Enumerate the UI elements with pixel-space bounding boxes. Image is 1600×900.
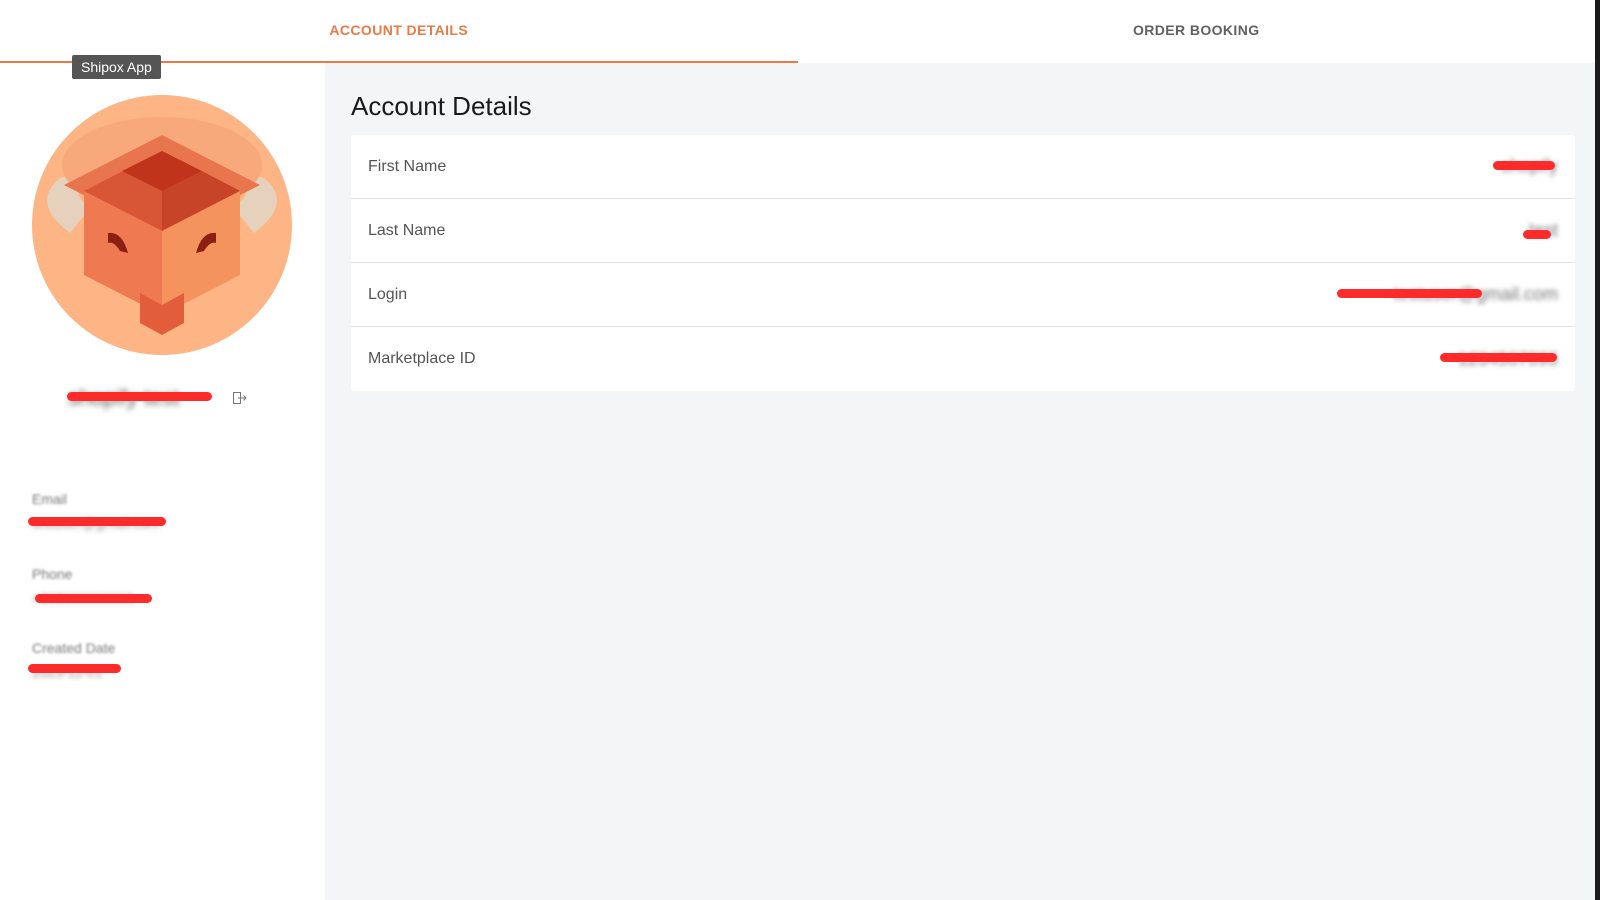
profile-sidebar: shopify test Email testuser@gmail.com Ph… [0,63,325,900]
phone-label: Phone [32,566,73,582]
row-redaction [1493,161,1555,170]
details-row-last-name: Last Name test [351,199,1575,263]
avatar [30,93,294,357]
row-label: Last Name [368,221,446,239]
page-title: Account Details [351,91,532,121]
username-redaction [67,392,212,401]
account-details-card: First Name shopify Last Name test Login … [351,135,1575,391]
created-block: Created Date 2023-11-01 [32,640,115,680]
row-redaction [1440,353,1557,362]
tab-account-details[interactable]: ACCOUNT DETAILS [0,0,798,63]
tab-bar: ACCOUNT DETAILS ORDER BOOKING [0,0,1595,63]
row-label: First Name [368,157,447,175]
tab-order-booking[interactable]: ORDER BOOKING [798,0,1596,63]
main-content: Account Details First Name shopify Last … [325,63,1595,900]
logout-icon[interactable] [232,390,248,406]
row-redaction [1337,289,1482,298]
created-date-label: Created Date [32,640,116,656]
details-row-login: Login testuser@gmail.com [351,263,1575,327]
app-tooltip: Shipox App [72,55,161,79]
email-redaction [28,517,166,526]
details-row-first-name: First Name shopify [351,135,1575,199]
row-label: Marketplace ID [368,350,476,367]
created-date-redaction [28,664,121,673]
details-row-marketplace-id: Marketplace ID 1234567890 [351,327,1575,391]
row-redaction [1523,230,1551,239]
window-edge [1595,0,1600,900]
phone-redaction [35,594,152,603]
email-label: Email [32,491,68,507]
row-label: Login [368,285,408,303]
